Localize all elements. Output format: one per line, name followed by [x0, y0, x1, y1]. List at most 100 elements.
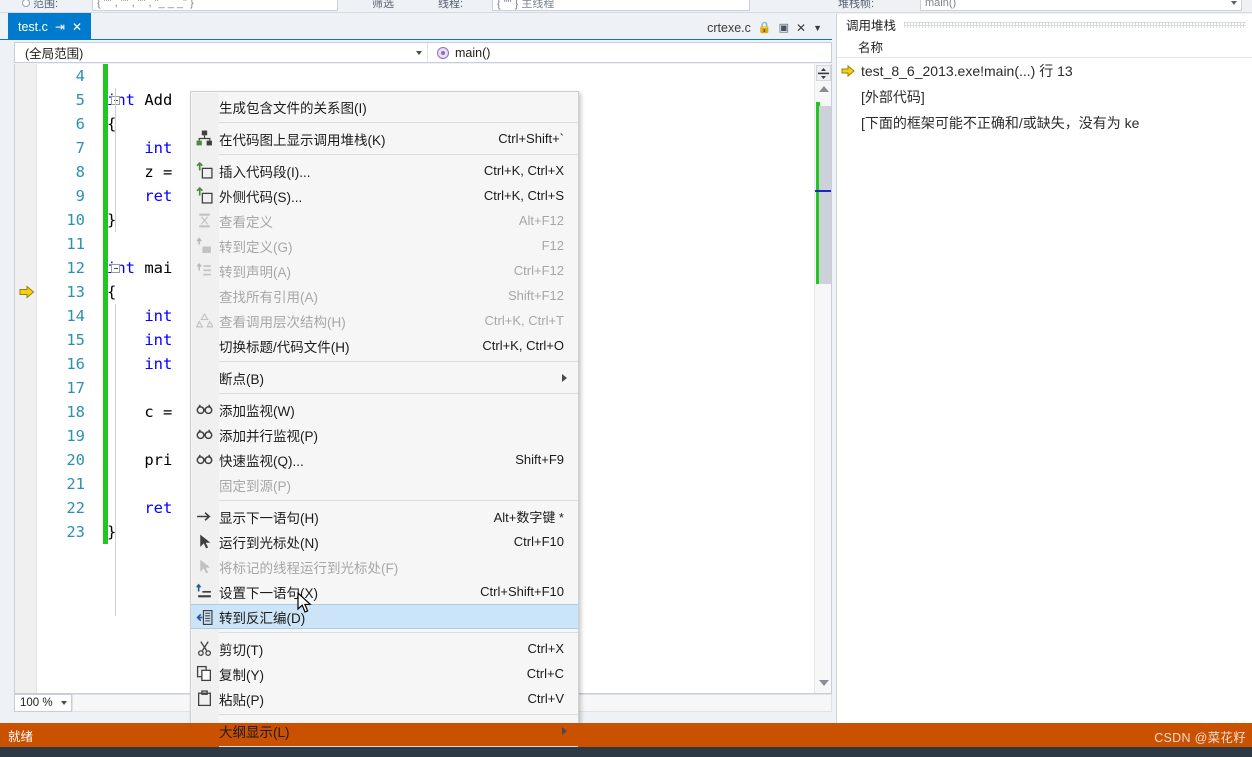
show-next-statement-icon	[196, 508, 213, 525]
menu-item-label: 添加并行监视(P)	[219, 428, 318, 444]
menu-item-label: 生成包含文件的关系图(I)	[219, 100, 367, 116]
menu-item-i[interactable]: 插入代码段(I)... Ctrl+K, Ctrl+X	[191, 158, 578, 183]
menu-item-l[interactable]: 大纲显示(L)	[191, 718, 578, 743]
current-statement-arrow-icon	[19, 285, 35, 299]
line-number: 6	[75, 115, 85, 133]
scrollbar-thumb[interactable]	[819, 106, 831, 284]
call-stack-panel: 调用堆栈 名称 test_8_6_2013.exe!main(...) 行 13…	[836, 14, 1252, 723]
menu-item-h: 查看调用层次结构(H) Ctrl+K, Ctrl+T	[191, 308, 578, 333]
mouse-cursor	[297, 592, 312, 613]
chevron-down-icon[interactable]	[416, 50, 422, 55]
menu-item-k[interactable]: 在代码图上显示调用堆栈(K) Ctrl+Shift+`	[191, 126, 578, 151]
menu-item-t[interactable]: 剪切(T) Ctrl+X	[191, 636, 578, 661]
scroll-up-arrow[interactable]	[818, 86, 829, 92]
call-stack-column-header[interactable]: 名称	[837, 35, 1252, 58]
fold-guide	[115, 88, 116, 232]
scroll-down-arrow[interactable]	[818, 680, 829, 686]
line-number: 9	[75, 187, 85, 205]
menu-item-: 查看定义 Alt+F12	[191, 208, 578, 233]
menu-item-d[interactable]: 转到反汇编(D)	[191, 604, 578, 629]
panel-grip[interactable]	[904, 21, 1246, 28]
toolbar-scope-value[interactable]: { "" , "" , "" , "_ _ _" }	[92, 0, 338, 11]
menu-item-label: 显示下一语句(H)	[219, 510, 319, 526]
menu-item-p: 固定到源(P)	[191, 472, 578, 497]
toolbar-frame-text: main()	[925, 0, 957, 9]
cut-icon	[196, 640, 213, 657]
menu-item-label: 运行到光标处(N)	[219, 535, 319, 551]
toolbar-frame-value[interactable]: main()	[920, 0, 1242, 11]
menu-item-y[interactable]: 复制(Y) Ctrl+C	[191, 661, 578, 686]
line-number: 4	[75, 67, 85, 85]
zoom-level-dropdown[interactable]: 100 %	[14, 694, 72, 712]
lock-icon: 🔒	[757, 22, 772, 34]
toolbar-thread-value[interactable]: { "" } 主线程	[492, 0, 750, 11]
menu-item-w[interactable]: 添加监视(W)	[191, 397, 578, 422]
close-icon[interactable]: ✕	[796, 21, 806, 35]
menu-item-o[interactable]: 源代码管理(O)	[191, 750, 578, 757]
pin-icon[interactable]: ⇥	[55, 21, 65, 33]
member-dropdown[interactable]: main()	[428, 43, 831, 62]
copy-icon	[196, 665, 213, 682]
menu-item-label: 将标记的线程运行到光标处(F)	[219, 560, 399, 576]
editor-vertical-scrollbar[interactable]	[814, 64, 831, 693]
menu-item-b[interactable]: 断点(B)	[191, 365, 578, 390]
goto-disassembly-icon	[196, 609, 213, 626]
menu-item-shortcut: F12	[541, 238, 564, 253]
menu-item-shortcut: Ctrl+Shift+`	[498, 131, 564, 146]
chevron-down-icon[interactable]	[1231, 0, 1237, 5]
menu-item-label: 切换标题/代码文件(H)	[219, 339, 350, 355]
radio-icon[interactable]	[22, 0, 30, 7]
line-number: 18	[66, 403, 85, 421]
editor-line[interactable]: 4	[15, 64, 831, 88]
watch-icon	[196, 401, 213, 418]
menu-item-label: 固定到源(P)	[219, 478, 291, 494]
menu-item-shortcut: Ctrl+K, Ctrl+O	[482, 338, 564, 353]
menu-item-s[interactable]: 外侧代码(S)... Ctrl+K, Ctrl+S	[191, 183, 578, 208]
editor-context-menu[interactable]: 生成包含文件的关系图(I) 在代码图上显示调用堆栈(K) Ctrl+Shift+` 插…	[190, 91, 579, 757]
menu-item-shortcut: Ctrl+Shift+F10	[480, 584, 564, 599]
menu-item-label: 粘贴(P)	[219, 692, 264, 708]
menu-item-h[interactable]: 显示下一语句(H) Alt+数字键 *	[191, 504, 578, 529]
scope-dropdown[interactable]: (全局范围)	[15, 43, 428, 62]
chevron-down-icon[interactable]: ▼	[813, 23, 822, 33]
scope-value: (全局范围)	[25, 47, 84, 61]
tab-test-c[interactable]: test.c ⇥ ✕	[8, 13, 91, 40]
status-bar: 就绪	[0, 723, 1252, 747]
menu-item-label: 查找所有引用(A)	[219, 289, 318, 305]
chevron-down-icon[interactable]	[61, 701, 67, 705]
line-number: 23	[66, 523, 85, 541]
close-icon[interactable]: ✕	[72, 21, 82, 33]
change-bar	[103, 64, 108, 88]
taskbar-strip	[0, 747, 1252, 757]
goto-definition-icon	[196, 237, 213, 254]
menu-item-shortcut: Ctrl+K, Ctrl+X	[483, 163, 564, 178]
menu-item-shortcut: Ctrl+F10	[513, 534, 564, 549]
line-number: 7	[75, 139, 85, 157]
menu-item-label: 转到声明(A)	[219, 264, 291, 280]
call-hierarchy-icon	[195, 312, 215, 329]
menu-item-a: 查找所有引用(A) Shift+F12	[191, 283, 578, 308]
call-stack-row[interactable]: [下面的框架可能不正确和/或缺失，没有为 ke	[837, 110, 1252, 136]
float-window-icon[interactable]: ▣	[779, 21, 789, 34]
change-bar	[103, 256, 108, 280]
menu-item-q[interactable]: 快速监视(Q)... Shift+F9	[191, 447, 578, 472]
menu-item-p[interactable]: 添加并行监视(P)	[191, 422, 578, 447]
menu-item-h[interactable]: 切换标题/代码文件(H) Ctrl+K, Ctrl+O	[191, 333, 578, 358]
split-icon	[818, 67, 829, 79]
run-to-cursor-icon	[196, 533, 213, 550]
menu-item-n[interactable]: 运行到光标处(N) Ctrl+F10	[191, 529, 578, 554]
split-view-handle[interactable]	[816, 65, 831, 81]
menu-item-label: 快速监视(Q)...	[219, 453, 304, 469]
menu-item-p[interactable]: 粘贴(P) Ctrl+V	[191, 686, 578, 711]
fold-toggle-icon[interactable]	[111, 264, 120, 273]
snippet-insert-icon	[196, 161, 213, 179]
menu-item-x[interactable]: 设置下一语句(X) Ctrl+Shift+F10	[191, 579, 578, 604]
call-stack-row[interactable]: [外部代码]	[837, 84, 1252, 110]
menu-separator	[219, 393, 578, 394]
call-stack-header: 调用堆栈	[837, 14, 1252, 35]
call-stack-row[interactable]: test_8_6_2013.exe!main(...) 行 13	[837, 58, 1252, 84]
column-header-name: 名称	[858, 40, 884, 55]
line-number: 17	[66, 379, 85, 397]
tab-crtexe-c[interactable]: crtexe.c 🔒 ▣ ✕ ▼	[701, 15, 828, 40]
menu-item-i[interactable]: 生成包含文件的关系图(I)	[191, 94, 578, 119]
